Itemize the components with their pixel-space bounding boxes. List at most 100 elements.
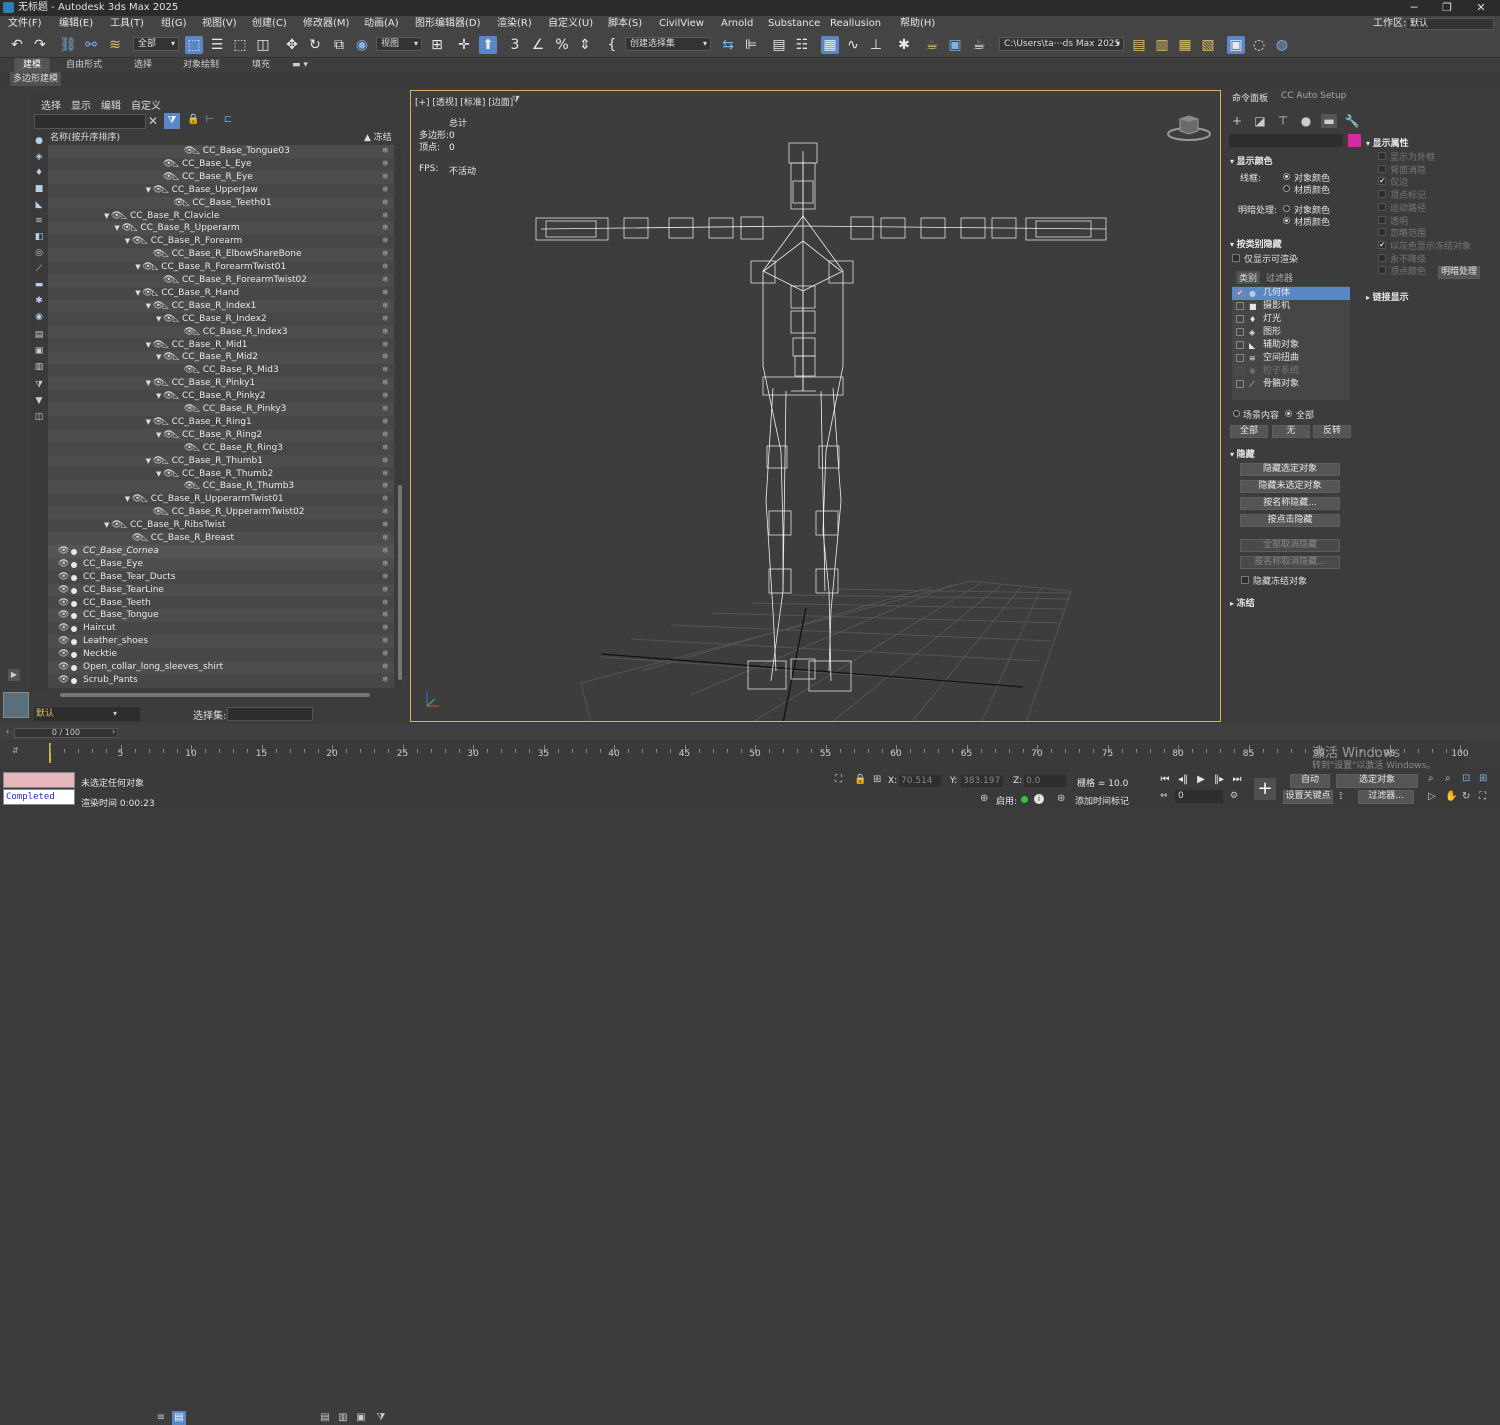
unlink-icon[interactable]: ⚯: [82, 36, 100, 54]
expand-arrow-icon[interactable]: ▼: [146, 339, 151, 352]
minimize-button[interactable]: ─: [1397, 0, 1431, 16]
display-prop-checkbox[interactable]: [1378, 215, 1386, 224]
explorer-row[interactable]: ▼ 👁 ◺ CC_Base_R_Mid1 ❄: [48, 339, 394, 352]
goto-end-icon[interactable]: ⏭: [1230, 773, 1244, 787]
edit-named-selsets-icon[interactable]: {: [603, 36, 621, 54]
ref-coord-select[interactable]: 视图: [376, 37, 422, 51]
play-icon[interactable]: ▶: [1194, 773, 1208, 787]
hide-frozen-checkbox[interactable]: [1241, 576, 1249, 584]
zoom-icon[interactable]: ⌕: [1428, 773, 1434, 784]
hide-selected-button[interactable]: 隐藏选定对象: [1240, 463, 1340, 476]
expand-arrow-icon[interactable]: ▼: [125, 235, 130, 248]
explorer-row[interactable]: ▼ 👁 ◺ CC_Base_R_UpperarmTwist01 ❄: [48, 493, 394, 506]
explorer-row[interactable]: 👁 Leather_shoes ❄: [48, 635, 394, 649]
shade-object-color-radio[interactable]: [1283, 205, 1290, 212]
category-helpers[interactable]: ◣ 辅助对象: [1232, 339, 1350, 352]
layer-preview-thumbnail[interactable]: [3, 692, 29, 718]
display-prop-checkbox[interactable]: [1378, 152, 1386, 160]
y-coordinate-field[interactable]: 383.197: [961, 775, 1003, 787]
explorer-row[interactable]: ▼ 👁 ◺ CC_Base_R_Thumb2 ❄: [48, 468, 394, 481]
expand-arrow-icon[interactable]: ▼: [156, 390, 161, 403]
freeze-icon[interactable]: ❄: [382, 390, 389, 403]
freeze-icon[interactable]: ❄: [382, 661, 389, 674]
explorer-tab-edit[interactable]: 编辑: [101, 97, 121, 112]
layer-dropdown-icon[interactable]: ▾: [113, 707, 121, 721]
explorer-row[interactable]: 👁 ◺ CC_Base_R_Index3 ❄: [48, 325, 394, 339]
perspective-viewport[interactable]: [+] [透视] [标准] [边面] ⧩ 总计 多边形: 0 顶点: 0 FPS: 不…: [410, 90, 1221, 722]
expand-arrow-icon[interactable]: ▼: [156, 313, 161, 326]
link-icon[interactable]: ⛓: [59, 36, 77, 54]
explorer-row[interactable]: 👁 ◺ CC_Base_R_UpperarmTwist02 ❄: [48, 506, 394, 520]
pivot-center-icon[interactable]: ⊞: [428, 36, 446, 54]
enable-status-dot[interactable]: [1021, 796, 1028, 803]
rendered-frame-icon[interactable]: ▣: [946, 36, 964, 54]
selection-lock-icon[interactable]: 🔒: [854, 774, 866, 785]
explorer-row[interactable]: ▼ 👁 ◺ CC_Base_R_Index1 ❄: [48, 299, 394, 313]
display-geometry-icon[interactable]: ●: [33, 135, 45, 147]
hide-by-category-rollout[interactable]: 按类别隐藏: [1230, 237, 1282, 250]
wire-object-color-radio[interactable]: [1283, 173, 1290, 180]
visibility-eye-icon[interactable]: 👁: [58, 609, 69, 622]
bind-spacewarp-icon[interactable]: ≋: [106, 36, 124, 54]
named-selset-select[interactable]: 创建选择集: [625, 37, 711, 51]
freeze-icon[interactable]: ❄: [382, 261, 389, 274]
freeze-icon[interactable]: ❄: [382, 674, 389, 687]
mirror-icon[interactable]: ⇆: [719, 36, 737, 54]
expand-arrow-icon[interactable]: ▼: [146, 184, 151, 197]
fov-icon[interactable]: ▷: [1428, 791, 1436, 802]
scene-canvas[interactable]: [411, 91, 1221, 722]
category-invert-button[interactable]: 反转: [1313, 425, 1351, 438]
shade-button[interactable]: 明暗处理: [1438, 266, 1480, 279]
explorer-row[interactable]: 👁 Scrub_Pants ❄: [48, 674, 394, 687]
explorer-row[interactable]: ▼ 👁 ◺ CC_Base_R_RibsTwist ❄: [48, 519, 394, 532]
maximize-viewport-icon[interactable]: ⛶: [1479, 791, 1486, 802]
visibility-eye-icon[interactable]: 👁: [58, 648, 69, 661]
explorer-row[interactable]: 👁 ◺ CC_Base_L_Eye ❄: [48, 158, 394, 171]
time-prev-icon[interactable]: ‹: [6, 727, 9, 736]
project-icon-2[interactable]: ▥: [1153, 36, 1171, 54]
freeze-icon[interactable]: ❄: [382, 235, 389, 248]
wire-material-color-radio[interactable]: [1283, 185, 1290, 192]
key-filters-button[interactable]: 过滤器...: [1358, 790, 1414, 804]
zoom-extents-icon[interactable]: ⊡: [1462, 773, 1470, 784]
auto-key-button[interactable]: 自动: [1290, 774, 1330, 788]
freeze-rollout[interactable]: 冻结: [1230, 596, 1255, 609]
freeze-icon[interactable]: ❄: [382, 326, 389, 339]
explorer-row[interactable]: ▼ 👁 ◺ CC_Base_UpperJaw ❄: [48, 184, 394, 197]
pan-icon[interactable]: ✋: [1445, 791, 1457, 802]
freeze-icon[interactable]: ❄: [382, 403, 389, 416]
project-path-select[interactable]: C:\Users\ta⋯ds Max 2025: [999, 37, 1124, 51]
display-prop-checkbox[interactable]: [1378, 228, 1386, 237]
selection-filter-select[interactable]: 全部: [133, 37, 179, 51]
display-prop-checkbox[interactable]: [1378, 266, 1386, 275]
explorer-row[interactable]: ▼ 👁 ◺ CC_Base_R_Ring1 ❄: [48, 416, 394, 429]
menu-view[interactable]: 视图(V): [202, 16, 237, 32]
current-layer-field[interactable]: 默认: [34, 707, 140, 721]
spinner-snap-icon[interactable]: ⇕: [576, 36, 594, 54]
menu-rendering[interactable]: 渲染(R): [497, 16, 532, 32]
explorer-tab-display[interactable]: 显示: [71, 97, 91, 112]
category-none-button[interactable]: 无: [1272, 425, 1310, 438]
display-shapes-icon[interactable]: ◈: [33, 151, 45, 163]
category-bones[interactable]: ⟋ 骨骼对象: [1232, 378, 1350, 391]
layer-explorer-icon[interactable]: ▤: [172, 1411, 186, 1425]
freeze-icon[interactable]: ❄: [382, 197, 389, 210]
expand-arrow-icon[interactable]: ▼: [156, 351, 161, 364]
maxscript-listener-input[interactable]: [3, 772, 75, 788]
display-xrefs-icon[interactable]: ◎: [33, 247, 45, 259]
explorer-row[interactable]: ▼ 👁 ◺ CC_Base_R_Hand ❄: [48, 287, 394, 300]
link-display-rollout[interactable]: 链接显示: [1366, 290, 1409, 303]
explorer-row[interactable]: 👁 CC_Base_Tear_Ducts ❄: [48, 571, 394, 584]
key-target-select[interactable]: 选定对象: [1336, 774, 1418, 788]
scale-icon[interactable]: ⧉: [330, 36, 348, 54]
expand-arrow-icon[interactable]: ▼: [135, 261, 140, 274]
menu-customize[interactable]: 自定义(U): [548, 16, 593, 32]
ribbon-poly-modeling[interactable]: 多边形建模: [10, 72, 62, 86]
explorer-row[interactable]: 👁 ◺ CC_Base_R_Pinky3 ❄: [48, 403, 394, 416]
freeze-icon[interactable]: ❄: [382, 519, 389, 532]
create-panel-icon[interactable]: +: [1229, 114, 1245, 128]
expand-arrow-icon[interactable]: ▼: [156, 468, 161, 481]
display-all-icon[interactable]: ◉: [33, 311, 45, 323]
tab-cc-auto-setup[interactable]: CC Auto Setup: [1281, 91, 1346, 101]
set-key-button[interactable]: 设置关键点: [1283, 790, 1333, 804]
